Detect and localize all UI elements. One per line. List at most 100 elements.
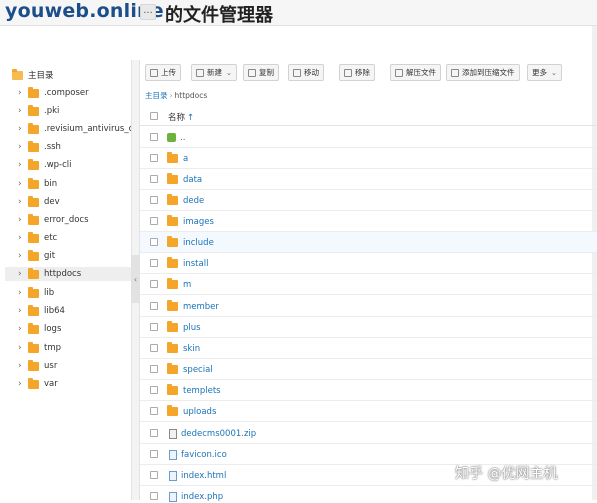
tree-item[interactable]: › etc <box>18 231 131 245</box>
chevron-right-icon[interactable]: › <box>18 215 28 225</box>
remove-button[interactable]: 移除 <box>339 64 375 81</box>
tree-item[interactable]: › logs <box>18 322 131 336</box>
tree-item[interactable]: › .ssh <box>18 140 131 154</box>
row-checkbox[interactable] <box>150 280 158 288</box>
table-row[interactable]: install <box>140 253 597 274</box>
tree-item[interactable]: › lib <box>18 286 131 300</box>
file-link[interactable]: m <box>167 278 191 291</box>
file-link[interactable]: index.php <box>167 490 223 503</box>
chevron-right-icon[interactable]: › <box>18 324 28 334</box>
tree-item[interactable]: › bin <box>18 177 131 191</box>
row-checkbox[interactable] <box>150 302 158 310</box>
file-link[interactable]: dede <box>167 194 204 207</box>
table-row[interactable]: plus <box>140 317 597 338</box>
row-checkbox[interactable] <box>150 407 158 415</box>
table-row[interactable]: skin <box>140 338 597 359</box>
collapse-sidebar-icon[interactable]: ‹ <box>131 255 140 303</box>
domain-more-button[interactable]: ... <box>140 4 156 20</box>
table-row[interactable]: images <box>140 211 597 232</box>
chevron-right-icon[interactable]: › <box>18 361 28 371</box>
name-column-header[interactable]: 名称 ↑ <box>168 111 194 123</box>
file-link[interactable]: install <box>167 257 208 270</box>
chevron-right-icon[interactable]: › <box>18 233 28 243</box>
file-link[interactable]: plus <box>167 321 201 334</box>
table-row[interactable]: special <box>140 359 597 380</box>
chevron-right-icon[interactable]: › <box>18 288 28 298</box>
tree-item[interactable]: › var <box>18 377 131 391</box>
more-button[interactable]: 更多 ⌄ <box>527 64 562 81</box>
row-checkbox[interactable] <box>150 450 158 458</box>
chevron-right-icon[interactable]: › <box>18 124 28 134</box>
extract-button[interactable]: 解压文件 <box>390 64 441 81</box>
file-link[interactable]: images <box>167 215 214 228</box>
row-checkbox[interactable] <box>150 365 158 373</box>
row-checkbox[interactable] <box>150 386 158 394</box>
chevron-right-icon[interactable]: › <box>18 251 28 261</box>
table-row[interactable]: m <box>140 274 597 295</box>
row-checkbox[interactable] <box>150 133 158 141</box>
select-all-checkbox[interactable] <box>150 112 158 120</box>
copy-button[interactable]: 复制 <box>243 64 279 81</box>
row-checkbox[interactable] <box>150 344 158 352</box>
table-row[interactable]: favicon.ico <box>140 444 597 465</box>
row-checkbox[interactable] <box>150 259 158 267</box>
upload-button[interactable]: 上传 <box>145 64 181 81</box>
row-checkbox[interactable] <box>150 175 158 183</box>
tree-item[interactable]: › usr <box>18 359 131 373</box>
row-checkbox[interactable] <box>150 196 158 204</box>
tree-item[interactable]: › .revisium_antivirus_cache <box>18 122 131 136</box>
file-link[interactable]: uploads <box>167 405 216 418</box>
file-link[interactable]: data <box>167 173 202 186</box>
tree-item[interactable]: › .composer <box>18 86 131 100</box>
tree-item[interactable]: › tmp <box>18 341 131 355</box>
table-row[interactable]: uploads <box>140 401 597 422</box>
chevron-right-icon[interactable]: › <box>18 343 28 353</box>
row-checkbox[interactable] <box>150 217 158 225</box>
new-button[interactable]: 新建 ⌄ <box>191 64 237 81</box>
chevron-right-icon[interactable]: › <box>18 306 28 316</box>
breadcrumb-root-link[interactable]: 主目录 <box>145 91 168 100</box>
tree-item[interactable]: › dev <box>18 195 131 209</box>
file-link[interactable]: special <box>167 363 213 376</box>
chevron-right-icon[interactable]: › <box>18 379 28 389</box>
table-row[interactable]: member <box>140 296 597 317</box>
row-checkbox[interactable] <box>150 238 158 246</box>
chevron-right-icon[interactable]: › <box>18 197 28 207</box>
file-link[interactable]: templets <box>167 384 221 397</box>
table-row[interactable]: .. <box>140 127 597 148</box>
table-row[interactable]: dede <box>140 190 597 211</box>
table-row[interactable]: data <box>140 169 597 190</box>
file-link[interactable]: include <box>167 236 214 249</box>
table-row[interactable]: dedecms0001.zip <box>140 423 597 444</box>
file-link[interactable]: skin <box>167 342 200 355</box>
table-row[interactable]: index.php <box>140 486 597 503</box>
chevron-right-icon[interactable]: › <box>18 106 28 116</box>
file-link[interactable]: member <box>167 300 219 313</box>
tree-item[interactable]: › .wp-cli <box>18 158 131 172</box>
table-row[interactable]: a <box>140 148 597 169</box>
row-checkbox[interactable] <box>150 471 158 479</box>
sort-ascending-icon[interactable]: ↑ <box>187 113 194 123</box>
tree-root-home[interactable]: 主目录 <box>12 68 54 82</box>
chevron-right-icon[interactable]: › <box>18 160 28 170</box>
file-link[interactable]: index.html <box>167 469 226 482</box>
file-link[interactable]: favicon.ico <box>167 448 227 461</box>
row-checkbox[interactable] <box>150 323 158 331</box>
chevron-right-icon[interactable]: › <box>18 142 28 152</box>
row-checkbox[interactable] <box>150 154 158 162</box>
tree-item[interactable]: › lib64 <box>18 304 131 318</box>
chevron-right-icon[interactable]: › <box>18 88 28 98</box>
row-checkbox[interactable] <box>150 429 158 437</box>
move-button[interactable]: 移动 <box>288 64 324 81</box>
chevron-right-icon[interactable]: › <box>18 179 28 189</box>
tree-item[interactable]: › error_docs <box>18 213 131 227</box>
tree-item[interactable]: › .pki <box>18 104 131 118</box>
file-link[interactable]: a <box>167 152 188 165</box>
chevron-right-icon[interactable]: › <box>18 269 28 279</box>
row-checkbox[interactable] <box>150 492 158 500</box>
tree-item[interactable]: › git <box>18 249 131 263</box>
table-row[interactable]: include <box>140 232 597 253</box>
table-row[interactable]: templets <box>140 380 597 401</box>
file-link[interactable]: dedecms0001.zip <box>167 427 256 440</box>
tree-item-active[interactable]: › httpdocs <box>5 267 131 281</box>
